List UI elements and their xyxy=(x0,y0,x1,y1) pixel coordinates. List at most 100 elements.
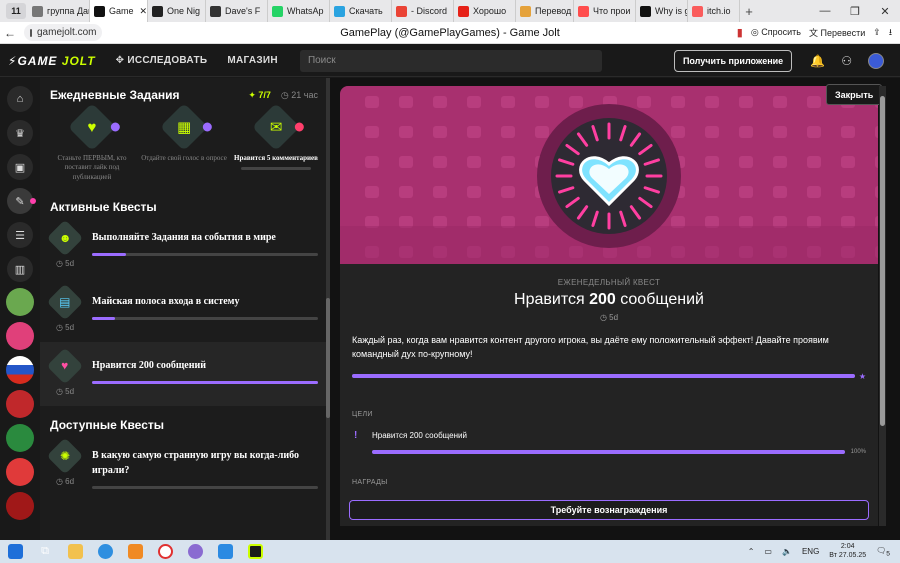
gamejolt-logo[interactable]: ⚡GAME JOLT xyxy=(8,54,96,68)
quests-icon[interactable]: ✎ xyxy=(7,188,36,214)
community-icon-7[interactable] xyxy=(6,492,34,520)
daily-quest-card[interactable]: ✉ Нравится 5 комментариев xyxy=(230,102,322,182)
tab-favicon-icon xyxy=(640,5,651,17)
browser-tab[interactable]: itch.io xyxy=(688,0,740,22)
home-icon[interactable]: ⌂ xyxy=(7,86,33,112)
notification-icon[interactable]: 🗨5 xyxy=(876,546,890,558)
tab-label: Хорошо xyxy=(473,6,507,16)
trophy-icon[interactable]: ♛ xyxy=(7,120,33,146)
community-icon-2[interactable] xyxy=(6,322,34,350)
windows-taskbar: ⧉ ⌃ ▭ 🔈 ENG 2:04 Вт 27.05.25 🗨5 xyxy=(0,540,900,563)
available-quests-title: Доступные Квесты xyxy=(50,418,164,433)
translate-button[interactable]: 文 Перевести xyxy=(809,26,865,39)
quest-days-text: 6d xyxy=(65,477,75,487)
browser-tab[interactable]: Перевод xyxy=(516,0,574,22)
start-button[interactable] xyxy=(0,540,30,563)
browser-tab[interactable]: WhatsAp xyxy=(268,0,330,22)
chat-icon[interactable]: ☰ xyxy=(7,222,33,248)
quest-item[interactable]: ♥ ◷ 5d Нравится 200 сообщений xyxy=(40,342,328,407)
tab-count-button[interactable]: 11 xyxy=(6,3,26,19)
lock-icon xyxy=(30,28,32,37)
browser-tab[interactable]: Что прои xyxy=(574,0,636,22)
claim-rewards-button[interactable]: Требуйте вознаграждения xyxy=(349,500,869,520)
bell-icon[interactable]: 🔔 xyxy=(810,54,825,68)
browser-tab[interactable]: Dave's F xyxy=(206,0,268,22)
community-icon-4[interactable] xyxy=(6,390,34,418)
tab-label: Перевод xyxy=(535,6,572,16)
tab-favicon-icon xyxy=(520,5,531,17)
banner-art xyxy=(340,96,878,264)
vscode-icon[interactable] xyxy=(210,540,240,563)
friends-icon[interactable]: ⚇ xyxy=(841,54,852,68)
quest-panel: Ежедневные Задания ✦ 7/7 ◷ 21 час ♥ Стан… xyxy=(40,78,328,540)
gamejolt-app-icon[interactable] xyxy=(240,540,270,563)
quest-title: Нравится 200 сообщений xyxy=(340,291,878,309)
browser-tab[interactable]: Хорошо xyxy=(454,0,516,22)
quest-item[interactable]: ✺ ◷ 6d В какую самую странную игру вы когд… xyxy=(40,432,328,496)
tab-favicon-icon xyxy=(692,5,703,17)
browser-tab[interactable]: One Nig xyxy=(148,0,206,22)
quest-progress-fill xyxy=(352,374,855,379)
ask-button[interactable]: ◎ Спросить xyxy=(751,27,801,38)
close-window-icon[interactable]: ✕ xyxy=(870,5,900,18)
quest-title: Майская полоса входа в систему xyxy=(92,296,240,308)
community-icon-3[interactable] xyxy=(6,356,34,384)
ask-label: Спросить xyxy=(761,27,801,37)
tab-favicon-icon xyxy=(396,5,407,17)
maximize-icon[interactable]: ❐ xyxy=(840,5,870,18)
new-tab-button[interactable]: + xyxy=(740,4,758,19)
download-icon[interactable]: ⭳ xyxy=(889,25,892,41)
share-icon[interactable]: ⇪ xyxy=(873,27,881,38)
browser-tab[interactable]: Game ✕ xyxy=(90,0,148,22)
browser-tab-bar: 11 группа Дамира Game ✕ One Nig Dave's F What… xyxy=(0,0,900,22)
community-icon-5[interactable] xyxy=(6,424,34,452)
window-controls: — ❐ ✕ xyxy=(810,5,900,18)
explore-link[interactable]: ✥ ИССЛЕДОВАТЬ xyxy=(116,55,208,66)
minimize-icon[interactable]: — xyxy=(810,5,840,18)
quest-badge: ▤ xyxy=(46,283,84,321)
store-link[interactable]: МАГАЗИН xyxy=(227,55,278,66)
clock-date: Вт 27.05.25 xyxy=(829,551,867,559)
back-arrow-icon[interactable]: ← xyxy=(0,26,20,40)
clock[interactable]: 2:04 Вт 27.05.25 xyxy=(829,543,866,560)
close-button[interactable]: Закрыть xyxy=(826,84,883,105)
daily-quest-card[interactable]: ♥ Станьте ПЕРВЫМ, кто поставит лайк под … xyxy=(46,102,138,182)
url-field[interactable]: gamejolt.com xyxy=(24,24,102,41)
yandex-browser-icon[interactable] xyxy=(150,540,180,563)
bookmark-icon[interactable]: ▮ xyxy=(737,26,743,39)
browser-tab[interactable]: Why is g xyxy=(636,0,688,22)
quest-days: ◷ 6d xyxy=(55,477,75,487)
media-player-icon[interactable] xyxy=(120,540,150,563)
quest-item[interactable]: ▤ ◷ 5d Майская полоса входа в систему xyxy=(40,278,328,342)
network-icon[interactable]: ▭ xyxy=(764,547,772,556)
goals-label: ЦЕЛИ xyxy=(352,410,373,418)
daily-quest-text: Нравится 5 комментариев xyxy=(234,154,318,162)
internet-explorer-icon[interactable] xyxy=(90,540,120,563)
quest-item[interactable]: ☻ ◷ 5d Выполняйте Задания на события в мир… xyxy=(40,214,328,278)
get-app-button[interactable]: Получить приложение xyxy=(673,49,793,72)
community-icon-6[interactable] xyxy=(6,458,34,486)
daily-quest-card[interactable]: ▦ Отдайте свой голос в опросе xyxy=(138,102,230,182)
community-icon-1[interactable] xyxy=(6,288,34,316)
quest-progress-fill xyxy=(92,253,126,257)
task-view-icon[interactable]: ⧉ xyxy=(30,540,60,563)
library-icon[interactable]: ▥ xyxy=(7,256,33,282)
user-avatar[interactable] xyxy=(868,52,884,69)
tray-up-icon[interactable]: ⌃ xyxy=(748,547,755,556)
browser-tab[interactable]: - Discord xyxy=(392,0,454,22)
quest-modal: ЕЖЕНЕДЕЛЬНЫЙ КВЕСТ Нравится 200 сообщени… xyxy=(340,86,878,526)
volume-icon[interactable]: 🔈 xyxy=(782,547,792,556)
tab-label: - Discord xyxy=(411,6,448,16)
shop-bag-icon[interactable]: ▣ xyxy=(7,154,33,180)
daily-count: ✦ 7/7 xyxy=(248,89,271,100)
file-explorer-icon[interactable] xyxy=(60,540,90,563)
language-indicator[interactable]: ENG xyxy=(802,547,819,556)
modal-scrollbar[interactable] xyxy=(879,86,886,526)
search-input[interactable]: Поиск xyxy=(299,49,602,72)
browser-tab[interactable]: группа Дамира xyxy=(28,0,90,22)
close-tab-icon[interactable]: ✕ xyxy=(140,6,147,17)
browser-tab[interactable]: Скачать xyxy=(330,0,392,22)
game-icon[interactable] xyxy=(180,540,210,563)
goal-text: Нравится 200 сообщений xyxy=(372,430,467,440)
quest-badge: ☻ xyxy=(46,219,84,257)
